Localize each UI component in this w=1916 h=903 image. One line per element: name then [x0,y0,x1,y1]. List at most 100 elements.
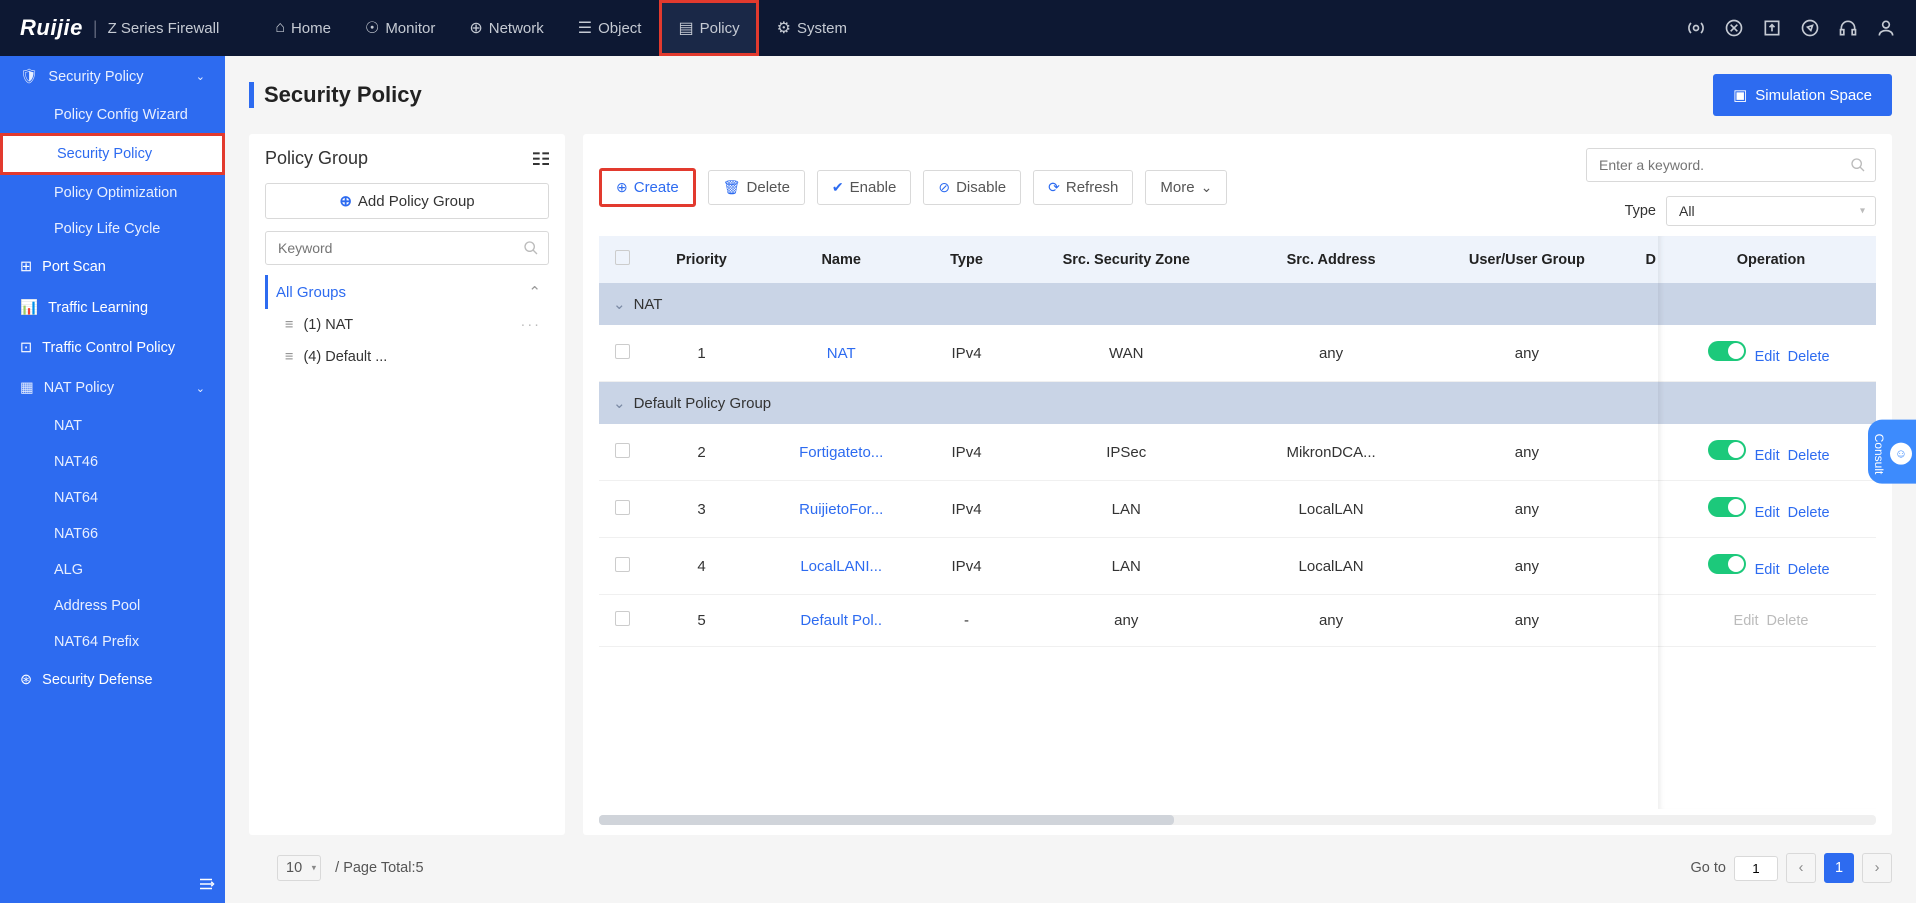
search-icon[interactable] [1850,157,1866,173]
col-type: Type [924,236,1008,283]
more-dots-icon[interactable]: ··· [521,317,542,333]
consult-label: Consult [1872,433,1886,474]
disable-button[interactable]: ⊘Disable [923,170,1021,205]
shield-icon: ☉ [365,18,379,38]
brand: Ruijie | Z Series Firewall [20,15,219,41]
row-checkbox[interactable] [615,611,630,626]
user-icon[interactable] [1876,18,1896,38]
sidebar-nat64-prefix[interactable]: NAT64 Prefix [0,624,225,660]
policy-name-link[interactable]: Fortigateto... [758,424,924,481]
main: 🛡 Security Policy ⌄ Policy Config Wizard… [0,56,1916,903]
edit-link[interactable]: Edit [1755,448,1780,464]
edit-link[interactable]: Edit [1755,505,1780,521]
simulation-space-button[interactable]: ▣ Simulation Space [1713,74,1892,116]
delete-link[interactable]: Delete [1788,349,1830,365]
goto-input[interactable] [1734,856,1778,881]
sidebar-collapse-button[interactable] [197,875,215,893]
sidebar-nat[interactable]: NAT [0,408,225,444]
sidebar-nat-policy[interactable]: ▦ NAT Policy ⌄ [0,368,225,408]
nav-network[interactable]: ⊕Network [453,0,559,56]
gear-icon: ⚙ [777,18,791,38]
sidebar-address-pool[interactable]: Address Pool [0,588,225,624]
sidebar-nat46[interactable]: NAT46 [0,444,225,480]
sidebar-port-scan[interactable]: ⊞Port Scan [0,247,225,287]
sidebar-policy-optimization[interactable]: Policy Optimization [0,175,225,211]
nav-monitor[interactable]: ☉Monitor [349,0,451,56]
more-button[interactable]: More⌄ [1145,170,1227,205]
trash-icon: 🗑 [723,179,741,196]
sidebar-security-policy-sub[interactable]: Security Policy [0,133,225,175]
scrollbar-thumb[interactable] [599,815,1174,825]
headset-icon[interactable] [1838,18,1858,38]
col-operation: Operation [1666,236,1876,283]
table-row: 3 RuijietoFor... IPv4 LAN LocalLAN any E… [599,481,1876,538]
broadcast-icon[interactable] [1686,18,1706,38]
topnav-right-icons [1686,18,1896,38]
list-toggle-icon[interactable] [533,152,549,166]
delete-button[interactable]: 🗑Delete [708,170,805,205]
delete-link[interactable]: Delete [1788,562,1830,578]
table-group-default[interactable]: ⌄Default Policy Group [599,382,1876,425]
create-button[interactable]: ⊕Create [599,168,696,207]
sidebar-alg[interactable]: ALG [0,552,225,588]
sidebar-traffic-learning[interactable]: 📊Traffic Learning [0,287,225,328]
nav-policy[interactable]: ▤Policy [659,0,758,56]
nav-home[interactable]: ⌂Home [259,0,347,56]
compass-icon[interactable] [1800,18,1820,38]
select-all-checkbox[interactable] [615,250,630,265]
sidebar-nat64[interactable]: NAT64 [0,480,225,516]
refresh-icon: ⟳ [1048,179,1060,196]
sidebar-nat66[interactable]: NAT66 [0,516,225,552]
policy-group-item-nat[interactable]: ≡ (1) NAT ··· [265,309,549,341]
enable-button[interactable]: ✔Enable [817,170,911,205]
enable-toggle[interactable] [1708,554,1746,574]
sidebar-security-defense[interactable]: ⊛Security Defense [0,660,225,700]
table-scroll-wrapper[interactable]: Priority Name Type Src. Security Zone Sr… [599,236,1876,809]
delete-link[interactable]: Delete [1788,505,1830,521]
sidebar-policy-life-cycle[interactable]: Policy Life Cycle [0,211,225,247]
add-policy-group-button[interactable]: ⊕ Add Policy Group [265,183,549,219]
upload-icon[interactable] [1762,18,1782,38]
policy-name-link[interactable]: LocalLANI... [758,538,924,595]
nav-system[interactable]: ⚙System [761,0,863,56]
delete-link[interactable]: Delete [1788,448,1830,464]
row-checkbox[interactable] [615,500,630,515]
row-checkbox[interactable] [615,344,630,359]
sidebar-policy-config-wizard[interactable]: Policy Config Wizard [0,97,225,133]
sidebar-traffic-control[interactable]: ⊡Traffic Control Policy [0,328,225,368]
search-icon[interactable] [523,240,539,256]
policy-name-link[interactable]: NAT [758,325,924,382]
refresh-button[interactable]: ⟳Refresh [1033,170,1133,205]
consult-tab[interactable]: ☺ Consult [1868,419,1916,484]
app-icon[interactable] [1724,18,1744,38]
brand-product: Z Series Firewall [108,20,220,37]
horizontal-scrollbar[interactable] [599,815,1876,825]
prev-page-button[interactable]: ‹ [1786,853,1816,883]
sidebar-security-policy[interactable]: 🛡 Security Policy ⌄ [0,56,225,97]
edit-link[interactable]: Edit [1755,349,1780,365]
row-checkbox[interactable] [615,557,630,572]
table-group-nat[interactable]: ⌄NAT [599,283,1876,325]
shield-icon: 🛡 [20,68,38,85]
policy-name-link[interactable]: Default Pol.. [758,595,924,647]
next-page-button[interactable]: › [1862,853,1892,883]
table-row: 4 LocalLANI... IPv4 LAN LocalLAN any Edi… [599,538,1876,595]
row-checkbox[interactable] [615,443,630,458]
enable-toggle[interactable] [1708,497,1746,517]
policy-table-panel: ⊕Create 🗑Delete ✔Enable ⊘Disable ⟳Refres… [583,134,1892,835]
page-size-select[interactable]: 10▾ [277,855,321,881]
nav-object[interactable]: ☰Object [562,0,658,56]
enable-toggle[interactable] [1708,341,1746,361]
page-number-button[interactable]: 1 [1824,853,1854,883]
policy-group-keyword-input[interactable] [265,231,549,265]
goto-label: Go to [1691,860,1726,876]
policy-name-link[interactable]: RuijietoFor... [758,481,924,538]
type-filter-select[interactable]: All ▾ [1666,196,1876,226]
policy-group-item-default[interactable]: ≡ (4) Default ... [265,341,549,373]
enable-toggle[interactable] [1708,440,1746,460]
col-name: Name [758,236,924,283]
edit-link[interactable]: Edit [1755,562,1780,578]
all-groups-item[interactable]: All Groups ⌃ [265,275,549,309]
plus-icon: ⊕ [616,179,628,196]
table-search-input[interactable] [1586,148,1876,182]
